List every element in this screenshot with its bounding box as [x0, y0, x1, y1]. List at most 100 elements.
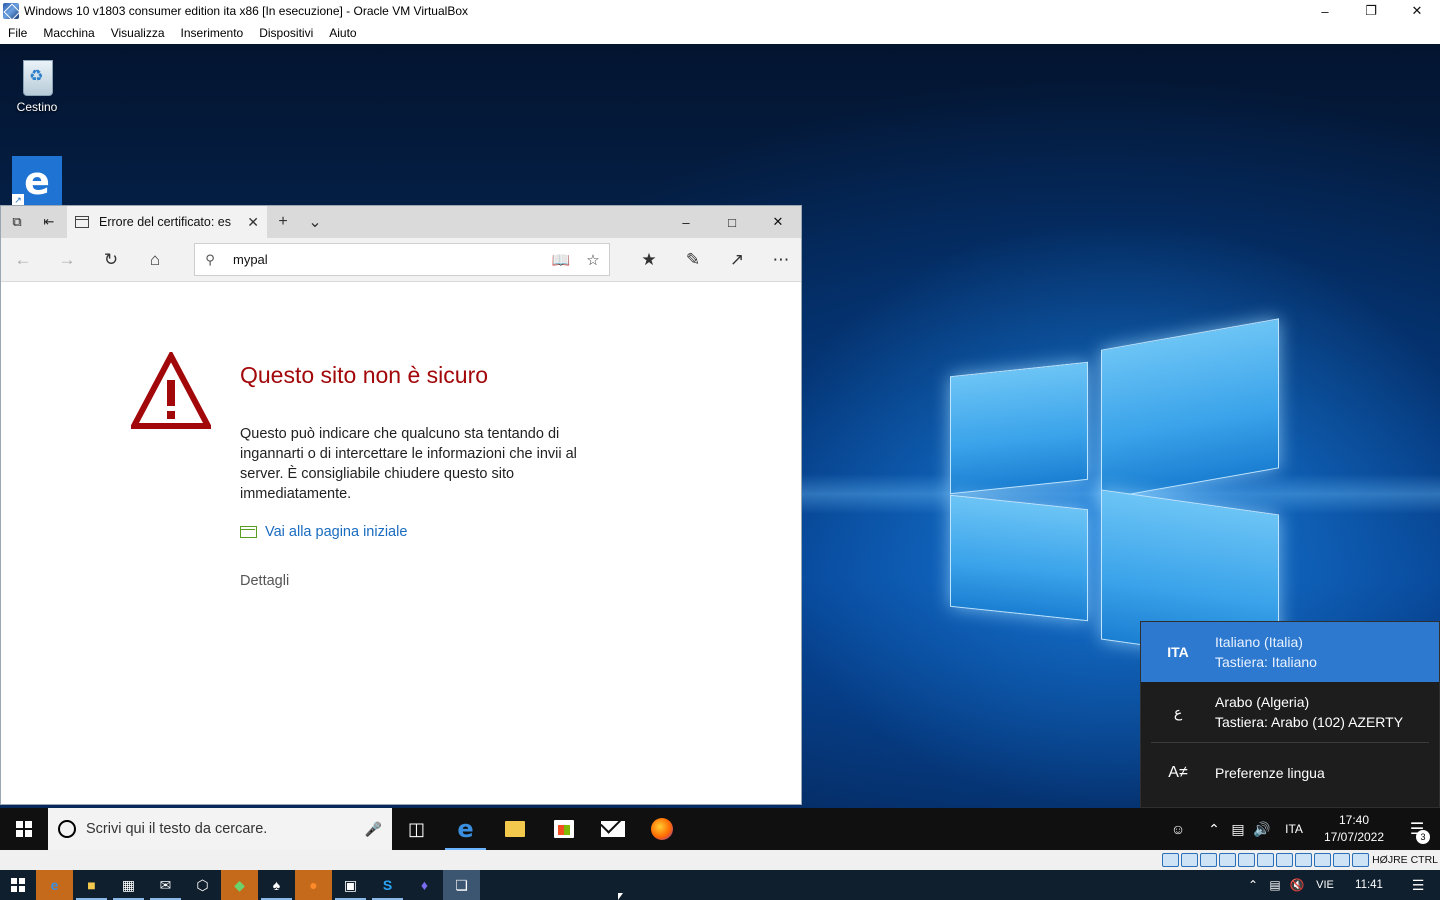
close-icon[interactable]: ✕: [1394, 0, 1440, 22]
notification-count: 3: [1416, 830, 1430, 844]
notification-icon[interactable]: ☰: [1396, 877, 1440, 894]
page-favicon-icon: [75, 216, 89, 228]
reading-view-icon[interactable]: 📖: [545, 244, 577, 275]
desktop-icon-recycle-bin[interactable]: Cestino: [2, 52, 72, 114]
host-app-explorer[interactable]: ■: [73, 870, 110, 900]
taskbar-edge[interactable]: e: [441, 808, 490, 850]
action-center-button[interactable]: ☰ 3: [1394, 808, 1440, 850]
menu-input[interactable]: Inserimento: [175, 26, 250, 40]
edge-nav-bar: ← → ↻ ⌂ ⚲ mypal 📖 ☆ ★ ✎ ↗ ⋯: [1, 238, 801, 282]
desktop-icon-edge[interactable]: e ↗: [12, 156, 62, 206]
clock[interactable]: 17:40 17/07/2022: [1314, 812, 1394, 846]
favorite-star-icon[interactable]: ☆: [577, 244, 609, 275]
restore-tabs-icon[interactable]: ⇤: [33, 206, 65, 238]
host-app-firefox[interactable]: ●: [295, 870, 332, 900]
menu-view[interactable]: Visualizza: [105, 26, 171, 40]
task-view-button[interactable]: ◫: [392, 808, 441, 850]
forward-icon[interactable]: →: [45, 238, 89, 282]
host-app-drop[interactable]: ♦: [406, 870, 443, 900]
network-adapter-icon[interactable]: [1219, 853, 1237, 867]
audio-icon[interactable]: [1200, 853, 1218, 867]
taskbar-mail[interactable]: [588, 808, 637, 850]
refresh-icon[interactable]: ↻: [89, 238, 133, 282]
input-language-indicator[interactable]: ITA: [1274, 822, 1314, 836]
clock-time[interactable]: 11:41: [1342, 879, 1396, 891]
taskbar-store[interactable]: [539, 808, 588, 850]
network-icon[interactable]: ▤: [1226, 821, 1250, 838]
host-app-edge[interactable]: e: [36, 870, 73, 900]
input-language-indicator[interactable]: VIE: [1308, 879, 1342, 891]
display-icon[interactable]: [1276, 853, 1294, 867]
input-language-flyout: ITA Italiano (Italia) Tastiera: Italiano…: [1140, 621, 1440, 808]
host-app-store[interactable]: ▦: [110, 870, 147, 900]
virtualbox-icon: ❏: [455, 876, 468, 893]
taskbar-firefox[interactable]: [637, 808, 686, 850]
video-capture-icon[interactable]: [1295, 853, 1313, 867]
microphone-icon[interactable]: 🎤: [365, 821, 382, 838]
host-taskbar: e ■ ▦ ✉ ⬡ ◆ ♠ ● ▣ S ♦ ❏ ⌃ ▤ 🔇 VIE 11:41 …: [0, 870, 1440, 900]
remote-desktop-icon: ▣: [343, 876, 358, 893]
taskbar-file-explorer[interactable]: [490, 808, 539, 850]
app-icon: ◆: [234, 876, 245, 893]
go-home-link[interactable]: Vai alla pagina iniziale: [240, 524, 407, 540]
network-icon[interactable]: ▤: [1264, 878, 1286, 892]
vbox-window-controls: – ❐ ✕: [1302, 0, 1440, 22]
folder-icon: ■: [87, 877, 96, 893]
share-icon[interactable]: ↗: [715, 238, 759, 282]
pen-notes-icon[interactable]: ✎: [671, 238, 715, 282]
error-page: Questo sito non è sicuro Questo può indi…: [1, 282, 801, 804]
tabs-aside-icon[interactable]: ⧉: [1, 206, 33, 238]
close-icon[interactable]: ✕: [755, 206, 801, 238]
restore-icon[interactable]: ❐: [1348, 0, 1394, 22]
volume-muted-icon[interactable]: 🔇: [1286, 878, 1308, 892]
optical-drive-icon[interactable]: [1181, 853, 1199, 867]
host-system-tray: ⌃ ▤ 🔇 VIE 11:41 ☰: [1242, 870, 1440, 900]
menu-file[interactable]: File: [2, 26, 33, 40]
host-app-skype[interactable]: S: [369, 870, 406, 900]
virtualization-icon[interactable]: [1314, 853, 1332, 867]
tab-close-icon[interactable]: ✕: [247, 214, 259, 231]
favorites-hub-icon[interactable]: ★: [627, 238, 671, 282]
mouse-integration-icon[interactable]: [1333, 853, 1351, 867]
new-tab-icon[interactable]: +: [267, 206, 299, 238]
guest-system-tray: ☺ ⌃ ▤ 🔊 ITA 17:40 17/07/2022 ☰ 3: [1166, 808, 1440, 850]
host-app-virtualbox[interactable]: ❏: [443, 870, 480, 900]
store-icon: ▦: [121, 876, 136, 893]
tab-certificate-error[interactable]: Errore del certificato: es ✕: [67, 206, 267, 238]
host-app-green[interactable]: ◆: [221, 870, 258, 900]
volume-icon[interactable]: 🔊: [1250, 821, 1274, 838]
usb-icon[interactable]: [1238, 853, 1256, 867]
host-app-remote[interactable]: ▣: [332, 870, 369, 900]
details-link[interactable]: Dettagli: [240, 573, 289, 589]
keyboard-capture-icon[interactable]: [1352, 853, 1370, 867]
language-preferences-link[interactable]: A≠ Preferenze lingua: [1141, 743, 1439, 803]
lang-item-arabic[interactable]: ع Arabo (Algeria) Tastiera: Arabo (102) …: [1141, 682, 1439, 742]
minimize-icon[interactable]: –: [663, 206, 709, 238]
maximize-icon[interactable]: □: [709, 206, 755, 238]
chevron-down-icon[interactable]: ⌄: [299, 206, 331, 238]
minimize-icon[interactable]: –: [1302, 0, 1348, 22]
hard-disk-icon[interactable]: [1162, 853, 1180, 867]
start-button[interactable]: [0, 808, 48, 850]
shared-folders-icon[interactable]: [1257, 853, 1275, 867]
menu-devices[interactable]: Dispositivi: [253, 26, 319, 40]
people-icon[interactable]: ☺: [1166, 821, 1190, 837]
host-app-mail[interactable]: ✉: [147, 870, 184, 900]
edge-window-controls: – □ ✕: [663, 206, 801, 238]
guest-desktop[interactable]: Cestino e ↗ ⧉ ⇤ Errore del certificato: …: [0, 44, 1440, 808]
mail-icon: [600, 821, 625, 837]
menu-help[interactable]: Aiuto: [323, 26, 362, 40]
host-app-3d[interactable]: ⬡: [184, 870, 221, 900]
back-icon[interactable]: ←: [1, 238, 45, 282]
show-hidden-icons-icon[interactable]: ⌃: [1242, 878, 1264, 892]
lang-item-italian[interactable]: ITA Italiano (Italia) Tastiera: Italiano: [1141, 622, 1439, 682]
address-input[interactable]: mypal: [225, 252, 545, 267]
taskbar-search-box[interactable]: Scrivi qui il testo da cercare. 🎤: [48, 808, 392, 850]
host-app-cards[interactable]: ♠: [258, 870, 295, 900]
address-bar[interactable]: ⚲ mypal 📖 ☆: [194, 243, 610, 276]
home-icon[interactable]: ⌂: [133, 238, 177, 282]
menu-machine[interactable]: Macchina: [37, 26, 100, 40]
show-hidden-icons-icon[interactable]: ⌃: [1202, 821, 1226, 838]
host-start-button[interactable]: [0, 870, 36, 900]
more-menu-icon[interactable]: ⋯: [759, 238, 803, 282]
